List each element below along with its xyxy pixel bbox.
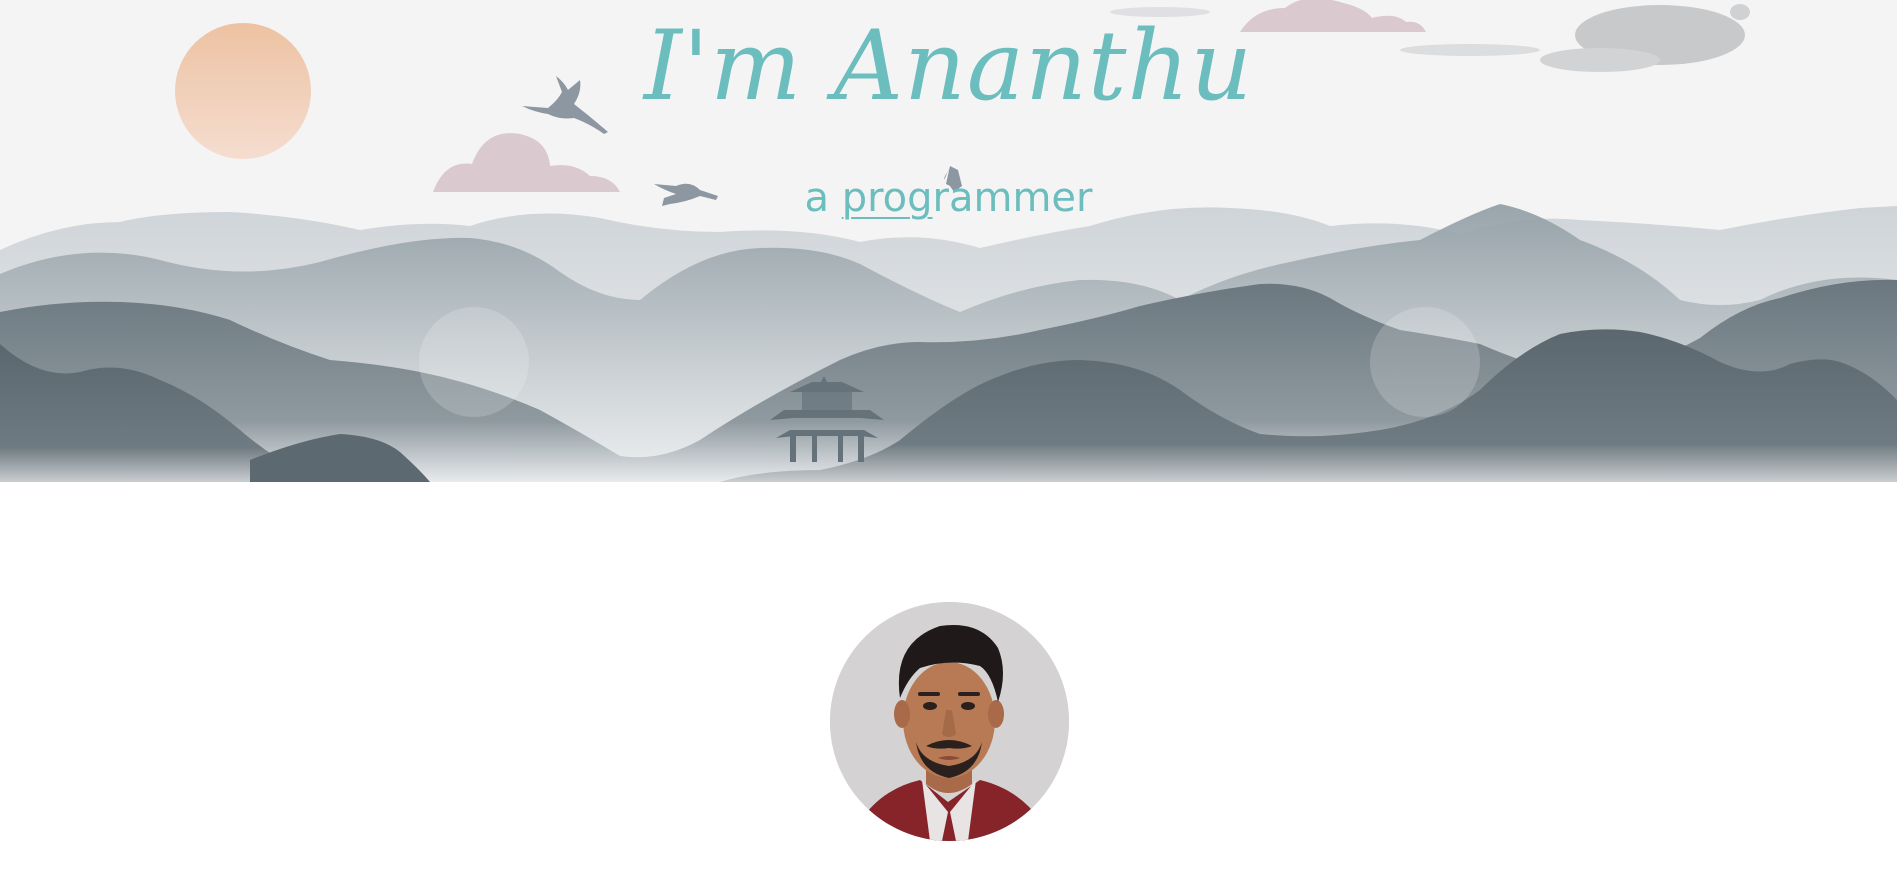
hero-banner: I'm Ananthu a programmer (0, 0, 1897, 482)
page: I'm Ananthu a programmer (0, 0, 1897, 872)
subtitle-suffix: rammer (932, 175, 1093, 221)
subtitle-underlined: prog (841, 175, 933, 221)
hero-subtitle: a programmer (0, 170, 1897, 226)
hero-title: I'm Ananthu (643, 10, 1254, 122)
profile-photo (830, 602, 1069, 841)
avatar (830, 602, 1069, 841)
subtitle-prefix: a (804, 175, 842, 221)
